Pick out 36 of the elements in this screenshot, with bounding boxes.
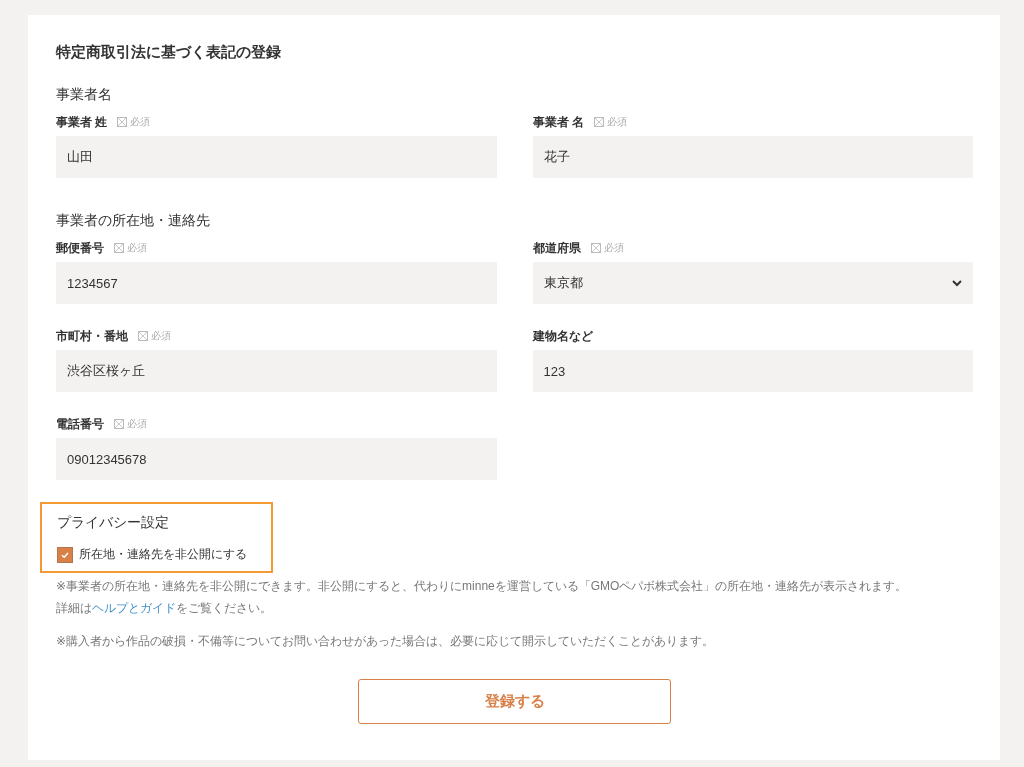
- note-text: ※購入者から作品の破損・不備等についてお問い合わせがあった場合は、必要に応じて開示していただくことがあります。: [56, 633, 716, 650]
- note-text: ※事業者の所在地・連絡先を非公開にできます。非公開にすると、代わりにminneを運営している「GMOペパボ株式会社」の所在地・連絡先が表示されます。 詳細はヘルプとガイドをご覧ください。: [56, 578, 909, 617]
- input-field[interactable]: 123: [532, 350, 973, 392]
- input-field[interactable]: 09012345678: [56, 438, 497, 480]
- chevron-down-icon: [951, 277, 963, 289]
- field-label: 建物名など: [532, 327, 593, 345]
- required-label: 必須: [127, 241, 147, 255]
- field-label: 電話番号: [56, 415, 104, 433]
- input-field[interactable]: 花子: [532, 136, 973, 178]
- help-link[interactable]: ヘルプとガイド: [92, 601, 176, 615]
- prefecture-select[interactable]: 東京都: [532, 262, 973, 304]
- broken-image-icon: [593, 117, 604, 127]
- broken-image-icon: [117, 117, 128, 127]
- required-label: 必須: [603, 241, 624, 255]
- broken-image-icon: [114, 243, 124, 253]
- required-label: 必須: [606, 115, 627, 129]
- broken-image-icon: [114, 419, 124, 429]
- page-title: 特定商取引法に基づく表記の登録: [56, 43, 282, 62]
- required-label: 必須: [130, 115, 151, 129]
- section-heading: 事業者の所在地・連絡先: [56, 212, 211, 230]
- broken-image-icon: [590, 243, 601, 253]
- field-label: 市町村・番地: [56, 327, 128, 345]
- required-label: 必須: [127, 417, 147, 431]
- broken-image-icon: [138, 331, 148, 341]
- input-field[interactable]: 1234567: [56, 262, 497, 304]
- section-heading: 事業者名: [56, 86, 113, 104]
- checkbox-label[interactable]: 所在地・連絡先を非公開にする: [79, 546, 247, 563]
- field-label: 都道府県: [532, 239, 581, 257]
- field-label: 事業者 姓: [56, 113, 108, 131]
- field-label: 事業者 名: [532, 113, 584, 131]
- checkbox[interactable]: [57, 546, 73, 563]
- required-label: 必須: [151, 329, 171, 343]
- input-field[interactable]: 山田: [56, 136, 497, 178]
- field-label: 郵便番号: [56, 239, 104, 257]
- section-heading: プライバシー設定: [57, 514, 170, 532]
- input-field[interactable]: 渋谷区桜ヶ丘: [56, 350, 497, 392]
